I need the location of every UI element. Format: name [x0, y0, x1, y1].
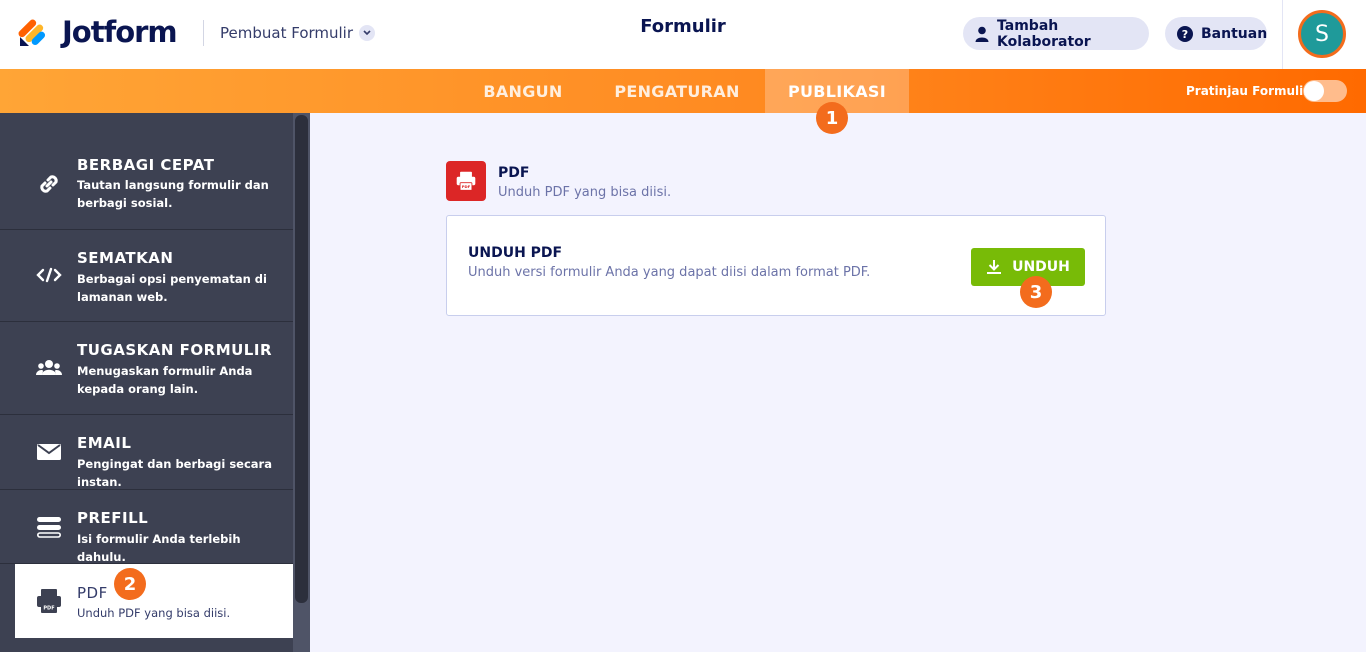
- jotform-logo-mark-icon: [18, 16, 50, 48]
- jotform-logo[interactable]: Jotform: [18, 15, 178, 49]
- svg-text:PDF: PDF: [43, 606, 54, 612]
- help-label: Bantuan: [1201, 25, 1268, 42]
- builder-menu[interactable]: Pembuat Formulir: [220, 24, 376, 42]
- avatar[interactable]: S: [1298, 10, 1346, 58]
- sidebar-menu: BERBAGI CEPAT Tautan langsung formulir d…: [0, 113, 293, 652]
- help-icon: ?: [1177, 25, 1193, 42]
- sidebar-item-prefill[interactable]: PREFILL Isi formulir Anda terlebih dahul…: [0, 490, 293, 564]
- sidebar-item-desc: Berbagai opsi penyematan di lamanan web.: [77, 272, 267, 304]
- toggle-knob: [1304, 81, 1324, 101]
- download-button-label: UNDUH: [1012, 259, 1070, 275]
- code-icon: [36, 262, 62, 288]
- pdf-icon: PDF: [36, 588, 62, 614]
- sidebar-item-desc: Pengingat dan berbagi secara instan.: [77, 457, 272, 489]
- sidebar-item-title: PDF: [77, 584, 108, 602]
- user-icon: [975, 26, 989, 42]
- sidebar-item-embed[interactable]: SEMATKAN Berbagai opsi penyematan di lam…: [0, 230, 293, 322]
- page-title: Formulir: [640, 16, 726, 37]
- sidebar-item-desc: Unduh PDF yang bisa diisi.: [77, 606, 231, 620]
- sidebar-item-desc: Tautan langsung formulir dan berbagi sos…: [77, 178, 269, 210]
- builder-menu-label: Pembuat Formulir: [220, 24, 354, 42]
- pdf-section-icon: PDF: [446, 161, 486, 201]
- envelope-icon: [36, 439, 62, 465]
- form-preview-label: Pratinjau Formulir: [1186, 84, 1310, 98]
- section-subtitle: Unduh PDF yang bisa diisi.: [498, 185, 672, 200]
- prefill-icon: [36, 514, 62, 540]
- step-badge-3: 3: [1020, 276, 1052, 308]
- card-subtitle: Unduh versi formulir Anda yang dapat dii…: [468, 265, 871, 280]
- tab-build[interactable]: BANGUN: [466, 69, 580, 113]
- tab-settings[interactable]: PENGATURAN: [598, 69, 756, 113]
- sidebar-item-quick-share[interactable]: BERBAGI CEPAT Tautan langsung formulir d…: [0, 113, 293, 230]
- sidebar-item-assign-form[interactable]: TUGASKAN FORMULIR Menugaskan formulir An…: [0, 322, 293, 415]
- section-title: PDF: [498, 165, 530, 181]
- sidebar-item-title: SEMATKAN: [77, 249, 174, 267]
- sidebar-item-pdf[interactable]: PDF PDF Unduh PDF yang bisa diisi.: [15, 564, 293, 638]
- header-divider: [203, 20, 204, 46]
- form-preview-toggle[interactable]: [1303, 80, 1347, 102]
- brand-name: Jotform: [62, 15, 178, 49]
- step-badge-2: 2: [114, 568, 146, 600]
- sidebar-item-desc: Isi formulir Anda terlebih dahulu.: [77, 532, 241, 564]
- add-collaborator-label: Tambah Kolaborator: [997, 17, 1091, 50]
- download-icon: [986, 259, 1002, 275]
- sidebar-item-title: BERBAGI CEPAT: [77, 156, 215, 174]
- header-divider-right: [1282, 0, 1283, 69]
- sidebar-item-title: EMAIL: [77, 434, 132, 452]
- chevron-down-icon: [359, 25, 376, 41]
- users-icon: [36, 355, 62, 381]
- sidebar-item-email[interactable]: EMAIL Pengingat dan berbagi secara insta…: [0, 415, 293, 490]
- link-icon: [36, 171, 62, 197]
- top-header: Jotform Pembuat Formulir Formulir Tambah…: [0, 0, 1366, 69]
- sidebar-scroll-thumb[interactable]: [295, 115, 308, 603]
- publish-sidebar: BERBAGI CEPAT Tautan langsung formulir d…: [0, 113, 310, 652]
- builder-nav: BANGUN PENGATURAN PUBLIKASI Pratinjau Fo…: [0, 69, 1366, 113]
- add-collaborator-button[interactable]: Tambah Kolaborator: [963, 17, 1149, 50]
- step-badge-1: 1: [816, 102, 848, 134]
- sidebar-item-title: PREFILL: [77, 509, 149, 527]
- sidebar-item-title: TUGASKAN FORMULIR: [77, 341, 272, 359]
- help-button[interactable]: ? Bantuan: [1165, 17, 1267, 50]
- card-title: UNDUH PDF: [468, 245, 563, 261]
- sidebar-item-desc: Menugaskan formulir Anda kepada orang la…: [77, 364, 253, 396]
- download-pdf-card: UNDUH PDF Unduh versi formulir Anda yang…: [446, 215, 1106, 316]
- svg-text:?: ?: [1182, 28, 1188, 41]
- svg-text:PDF: PDF: [462, 184, 471, 189]
